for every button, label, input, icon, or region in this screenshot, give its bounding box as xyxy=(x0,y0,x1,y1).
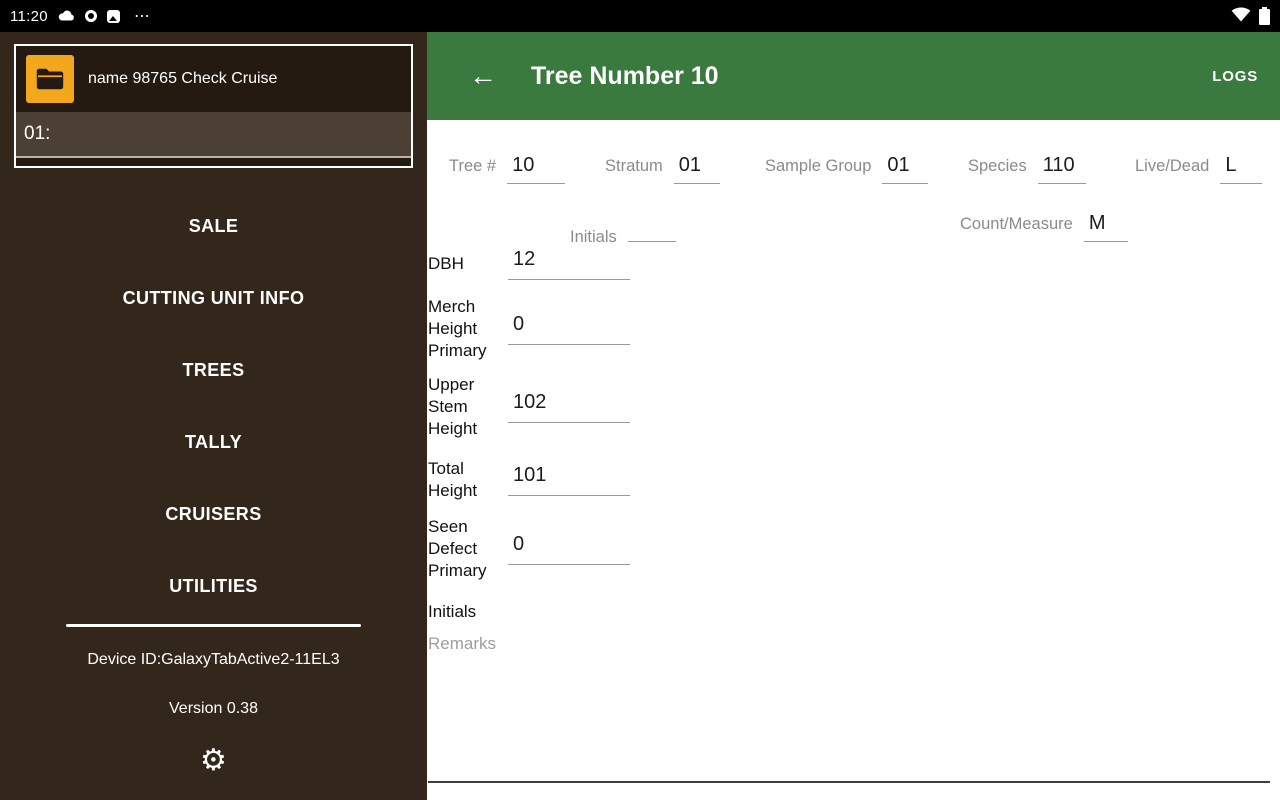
initials-top-label: Initials xyxy=(570,228,617,247)
live-dead-field[interactable]: L xyxy=(1220,154,1262,184)
sidebar-item-cutting-unit-info[interactable]: CUTTING UNIT INFO xyxy=(0,262,427,334)
seen-defect-row: Seen Defect Primary 0 xyxy=(428,516,828,582)
app-bar: ← Tree Number 10 LOGS xyxy=(427,32,1280,120)
count-measure-field[interactable]: M xyxy=(1084,212,1128,242)
count-measure-label: Count/Measure xyxy=(960,215,1073,234)
upper-stem-height-row: Upper Stem Height 102 xyxy=(428,374,828,440)
folder-icon xyxy=(26,55,74,103)
sale-header-card[interactable]: name 98765 Check Cruise 01: xyxy=(14,44,413,168)
measurement-fields: DBH 12 Merch Height Primary 0 Upper Stem… xyxy=(428,248,828,654)
merch-height-primary-label: Merch Height Primary xyxy=(428,296,508,362)
tree-form-page: ← Tree Number 10 LOGS Tree # 10 Stratum … xyxy=(427,32,1280,800)
wifi-icon xyxy=(1231,6,1251,27)
upper-stem-height-field[interactable]: 102 xyxy=(508,391,630,423)
sale-name: name 98765 Check Cruise xyxy=(88,70,277,88)
dbh-row: DBH 12 xyxy=(428,248,828,280)
app-notification-icon xyxy=(85,10,97,22)
live-dead-label: Live/Dead xyxy=(1135,157,1209,176)
stratum-field[interactable]: 01 xyxy=(674,154,720,184)
dbh-field[interactable]: 12 xyxy=(508,248,630,280)
total-height-field[interactable]: 101 xyxy=(508,464,630,496)
screen: 11:20 ⋯ name 98765 xyxy=(0,0,1280,800)
total-height-label: Total Height xyxy=(428,458,508,502)
settings-gear-icon[interactable]: ⚙ xyxy=(0,744,427,778)
species-label: Species xyxy=(968,157,1027,176)
merch-height-primary-field[interactable]: 0 xyxy=(508,313,630,345)
sidebar-item-trees[interactable]: TREES xyxy=(0,334,427,406)
sidebar-item-cruisers[interactable]: CRUISERS xyxy=(0,478,427,550)
sidebar-divider xyxy=(66,624,361,627)
page-title: Tree Number 10 xyxy=(531,62,719,91)
status-bar: 11:20 ⋯ xyxy=(0,0,1280,32)
cloud-icon xyxy=(58,10,75,22)
remarks-field[interactable]: Remarks xyxy=(428,634,828,654)
merch-height-row: Merch Height Primary 0 xyxy=(428,296,828,362)
logs-button[interactable]: LOGS xyxy=(1212,68,1258,85)
device-id-text: Device ID:GalaxyTabActive2-11EL3 xyxy=(0,651,427,669)
sidebar-menu: SALE CUTTING UNIT INFO TREES TALLY CRUIS… xyxy=(0,190,427,622)
back-arrow-icon[interactable]: ← xyxy=(463,60,503,92)
more-notifications-icon: ⋯ xyxy=(134,6,152,26)
initials-bottom-label: Initials xyxy=(428,602,828,622)
bottom-divider xyxy=(428,781,1270,783)
cutting-unit-label: 01: xyxy=(24,123,50,145)
initials-top-field[interactable] xyxy=(628,212,676,242)
stratum-label: Stratum xyxy=(605,157,663,176)
sidebar-item-sale[interactable]: SALE xyxy=(0,190,427,262)
dbh-label: DBH xyxy=(428,253,508,275)
sidebar-item-utilities[interactable]: UTILITIES xyxy=(0,550,427,622)
photos-icon xyxy=(107,10,120,23)
seen-defect-primary-label: Seen Defect Primary xyxy=(428,516,508,582)
version-text: Version 0.38 xyxy=(0,700,427,718)
tree-number-field[interactable]: 10 xyxy=(507,154,565,184)
sidebar-item-tally[interactable]: TALLY xyxy=(0,406,427,478)
total-height-row: Total Height 101 xyxy=(428,458,828,502)
battery-icon xyxy=(1259,7,1270,25)
sample-group-label: Sample Group xyxy=(765,157,871,176)
clock: 11:20 xyxy=(10,8,48,25)
species-field[interactable]: 110 xyxy=(1038,154,1086,184)
cutting-unit-row[interactable]: 01: xyxy=(16,112,411,158)
navigation-drawer: name 98765 Check Cruise 01: SALE CUTTING… xyxy=(0,32,427,800)
seen-defect-primary-field[interactable]: 0 xyxy=(508,533,630,565)
sample-group-field[interactable]: 01 xyxy=(882,154,928,184)
form-row-1: Tree # 10 Stratum 01 Sample Group 01 Spe… xyxy=(427,154,1280,200)
tree-number-label: Tree # xyxy=(449,157,496,176)
upper-stem-height-label: Upper Stem Height xyxy=(428,374,508,440)
